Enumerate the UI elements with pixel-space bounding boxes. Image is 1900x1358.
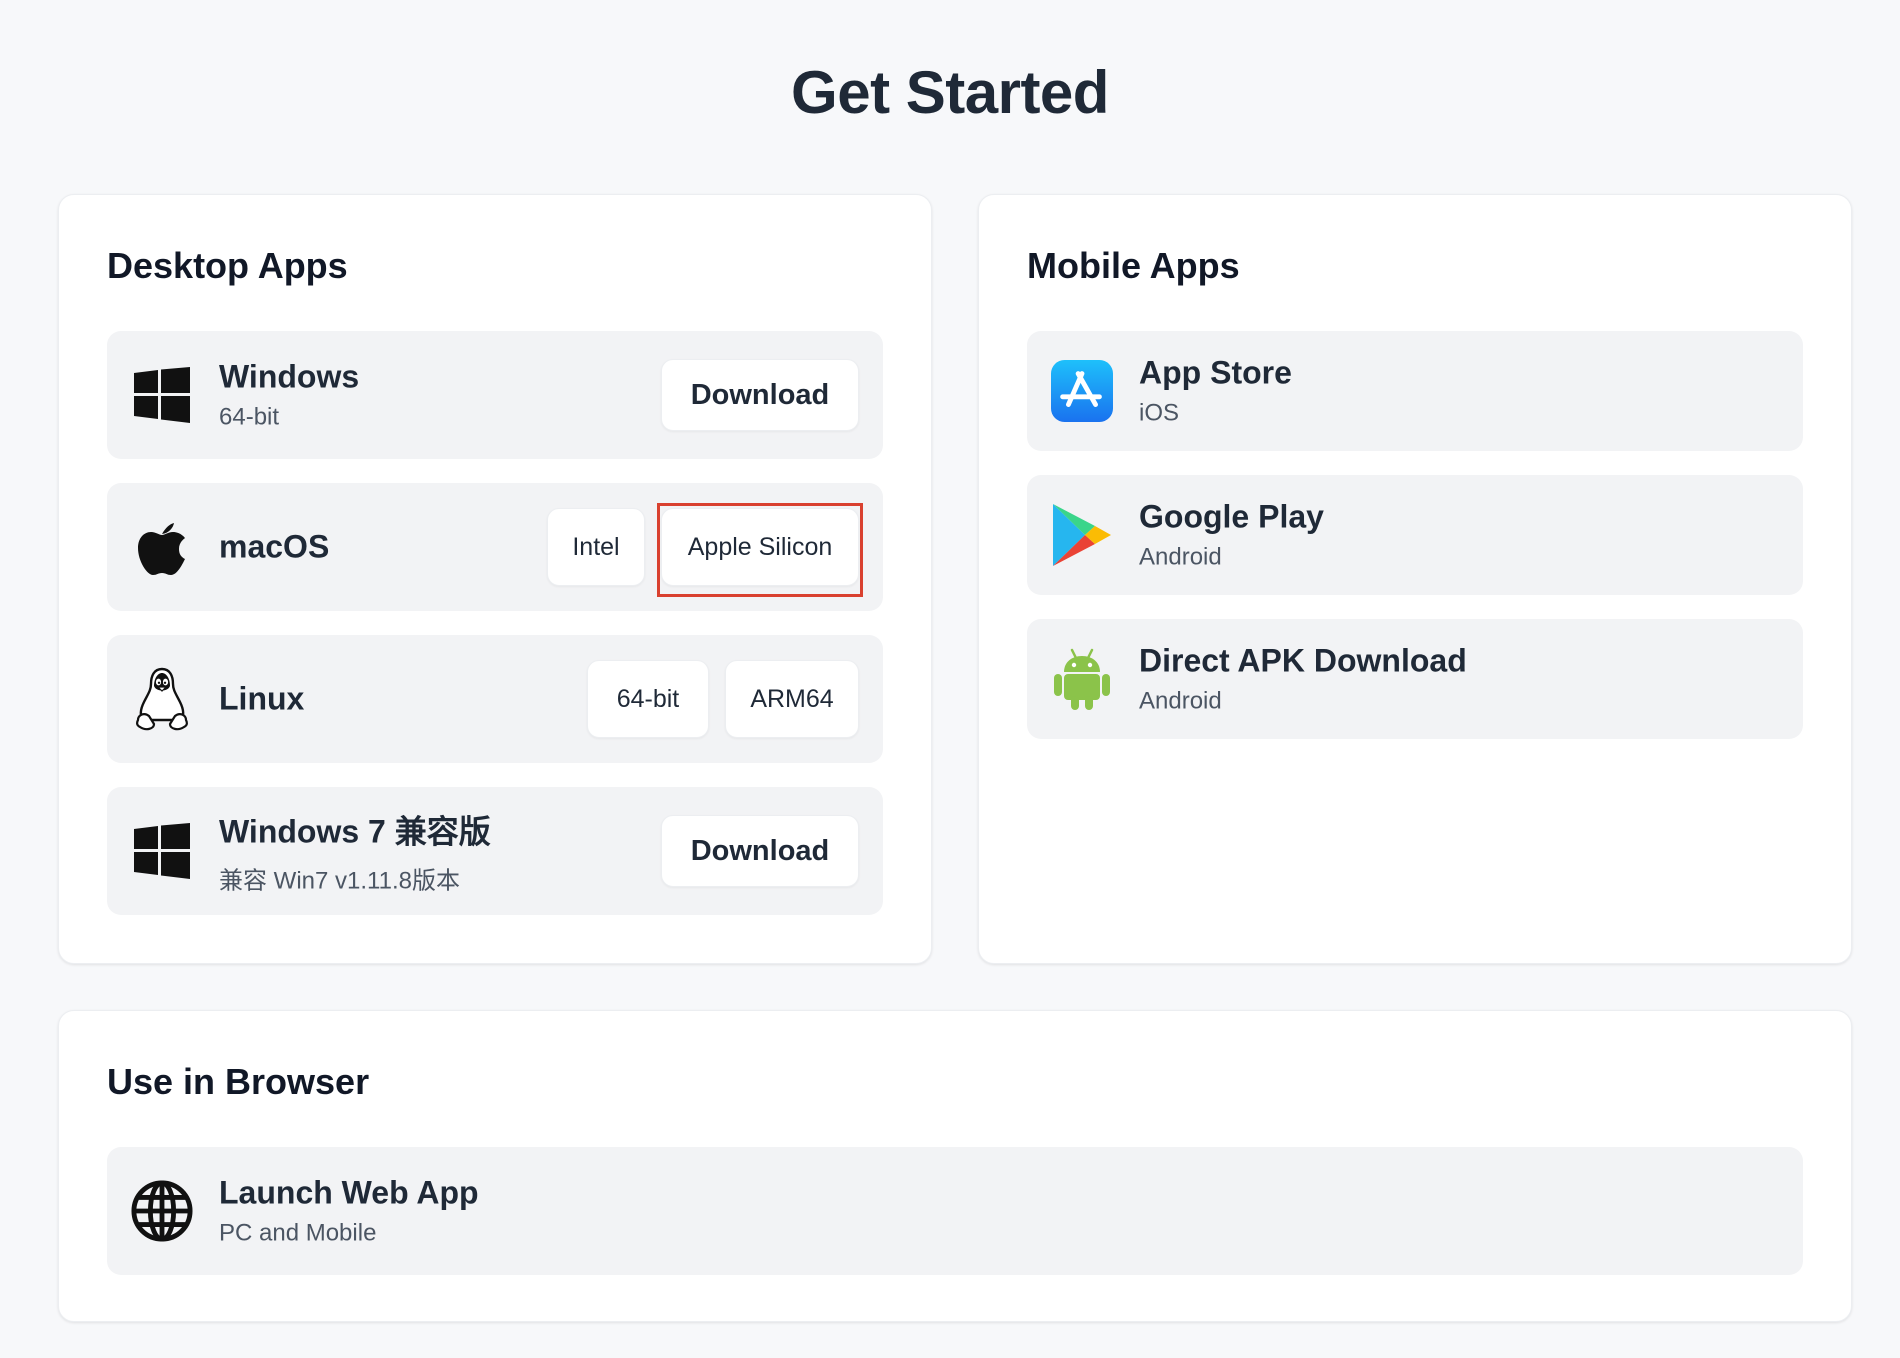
windows-icon xyxy=(131,820,193,882)
app-store-icon xyxy=(1051,360,1113,422)
app-store-row[interactable]: App Store iOS xyxy=(1027,331,1803,451)
windows-row: Windows 64-bit Download xyxy=(107,331,883,459)
android-icon xyxy=(1051,648,1113,710)
google-play-name: Google Play xyxy=(1139,498,1324,535)
mobile-apps-card: Mobile Apps App Store iOS Google Play An… xyxy=(978,194,1852,964)
windows7-name: Windows 7 兼容版 xyxy=(219,813,491,850)
windows-name: Windows xyxy=(219,358,360,395)
google-play-icon xyxy=(1051,504,1113,566)
app-store-sub: iOS xyxy=(1139,399,1180,427)
browser-title: Use in Browser xyxy=(107,1061,370,1102)
windows7-sub: 兼容 Win7 v1.11.8版本 xyxy=(219,867,460,895)
apk-download-sub: Android xyxy=(1139,687,1222,715)
windows-download-button[interactable]: Download xyxy=(661,359,859,431)
windows7-row: Windows 7 兼容版 兼容 Win7 v1.11.8版本 Download xyxy=(107,787,883,915)
linux-name: Linux xyxy=(219,680,305,717)
page-title: Get Started xyxy=(791,59,1109,126)
desktop-apps-card: Desktop Apps Windows 64-bit Download mac… xyxy=(58,194,932,964)
launch-web-app-sub: PC and Mobile xyxy=(219,1219,377,1247)
app-store-name: App Store xyxy=(1139,354,1292,391)
google-play-sub: Android xyxy=(1139,543,1222,571)
google-play-row[interactable]: Google Play Android xyxy=(1027,475,1803,595)
macos-name: macOS xyxy=(219,528,330,565)
desktop-apps-title: Desktop Apps xyxy=(107,245,348,286)
macos-row: macOS Intel Apple Silicon xyxy=(107,483,883,611)
launch-web-app-row[interactable]: Launch Web App PC and Mobile xyxy=(107,1147,1803,1275)
launch-web-app-name: Launch Web App xyxy=(219,1174,479,1211)
macos-apple-silicon-button[interactable]: Apple Silicon xyxy=(661,508,859,586)
apk-download-name: Direct APK Download xyxy=(1139,642,1467,679)
linux-penguin-icon xyxy=(131,667,193,731)
apk-download-row[interactable]: Direct APK Download Android xyxy=(1027,619,1803,739)
windows-sub: 64-bit xyxy=(219,403,280,431)
macos-intel-button[interactable]: Intel xyxy=(547,508,645,586)
windows-icon xyxy=(131,364,193,426)
globe-icon xyxy=(131,1180,193,1242)
linux-row: Linux 64-bit ARM64 xyxy=(107,635,883,763)
browser-card: Use in Browser Launch Web App PC and Mob… xyxy=(58,1010,1852,1322)
mobile-apps-title: Mobile Apps xyxy=(1027,245,1240,286)
linux-arm64-button[interactable]: ARM64 xyxy=(725,660,859,738)
apple-icon xyxy=(131,516,193,578)
linux-64bit-button[interactable]: 64-bit xyxy=(587,660,709,738)
windows7-download-button[interactable]: Download xyxy=(661,815,859,887)
